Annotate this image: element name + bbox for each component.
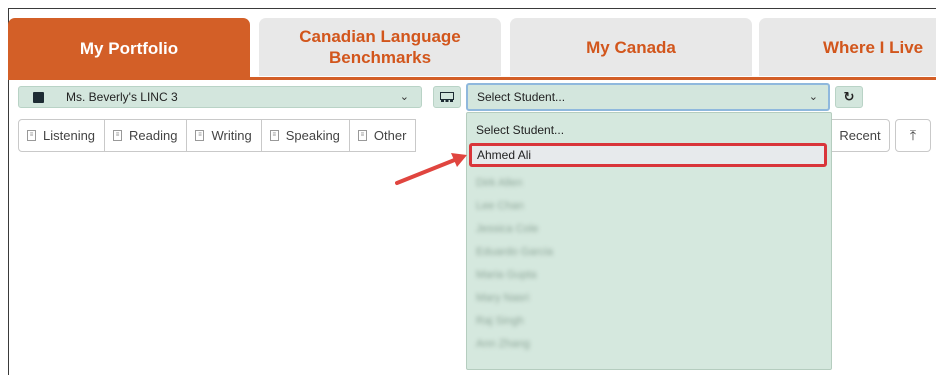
recent-button[interactable]: Recent — [830, 119, 890, 152]
filter-speaking[interactable]: ≡ Speaking — [260, 119, 350, 152]
dropdown-option[interactable]: Mary Nasri — [467, 286, 831, 309]
document-icon: ≡ — [195, 130, 205, 141]
filter-reading[interactable]: ≡ Reading — [104, 119, 188, 152]
filter-label: Other — [373, 128, 407, 143]
dropdown-option[interactable]: Dirk Allen — [467, 171, 831, 194]
tab-bar: My Portfolio Canadian Language Benchmark… — [8, 18, 936, 78]
student-select-value: Select Student... — [477, 90, 566, 104]
skill-filter-group: ≡ Listening ≡ Reading ≡ Writing ≡ Speaki… — [18, 119, 417, 152]
filter-label: Speaking — [285, 128, 340, 143]
tab-my-canada[interactable]: My Canada — [510, 18, 752, 76]
class-grid-button[interactable] — [433, 86, 461, 108]
recent-label: Recent — [839, 128, 881, 143]
class-select-value: Ms. Beverly's LINC 3 — [66, 90, 178, 104]
refresh-button[interactable]: ↻ — [835, 86, 863, 108]
student-select[interactable]: Select Student... ⌄ — [466, 83, 830, 111]
book-icon — [33, 91, 44, 103]
tab-label: Canadian Language Benchmarks — [299, 27, 461, 67]
dropdown-option[interactable]: Lee Chan — [467, 194, 831, 217]
dropdown-option[interactable]: Maria Gupta — [467, 263, 831, 286]
chevron-down-icon: ⌄ — [399, 91, 409, 103]
filter-label: Listening — [43, 128, 96, 143]
tab-canadian-language-benchmarks[interactable]: Canadian Language Benchmarks — [259, 18, 501, 76]
document-icon: ≡ — [357, 130, 367, 141]
dropdown-option[interactable]: Eduardo Garcia — [467, 240, 831, 263]
tab-underline — [8, 77, 936, 80]
document-icon: ≡ — [269, 130, 279, 141]
dropdown-option[interactable]: Ann Zhang — [467, 332, 831, 355]
annotation-arrow-icon — [395, 153, 467, 185]
dropdown-option[interactable]: Select Student... — [467, 118, 831, 141]
dropdown-option-highlighted[interactable]: Ahmed Ali — [469, 143, 827, 167]
grid-icon — [440, 91, 454, 102]
dropdown-option[interactable]: Jessica Cole — [467, 217, 831, 240]
tab-where-i-live[interactable]: Where I Live — [759, 18, 936, 76]
filter-label: Reading — [129, 128, 178, 143]
filter-listening[interactable]: ≡ Listening — [18, 119, 106, 152]
document-icon: ≡ — [27, 130, 36, 141]
filter-label: Writing — [211, 128, 252, 143]
student-dropdown-list: Select Student... Ahmed Ali Dirk Allen L… — [466, 112, 832, 370]
class-select[interactable]: Ms. Beverly's LINC 3 ⌄ — [18, 86, 422, 108]
upload-button[interactable]: ⤒ — [895, 119, 931, 152]
chevron-down-icon: ⌄ — [808, 91, 818, 103]
tab-my-portfolio[interactable]: My Portfolio — [8, 18, 250, 78]
document-icon: ≡ — [113, 130, 123, 141]
upload-icon: ⤒ — [909, 127, 917, 143]
dropdown-option[interactable]: Raj Singh — [467, 309, 831, 332]
filter-writing[interactable]: ≡ Writing — [186, 119, 262, 152]
refresh-icon: ↻ — [843, 89, 855, 104]
